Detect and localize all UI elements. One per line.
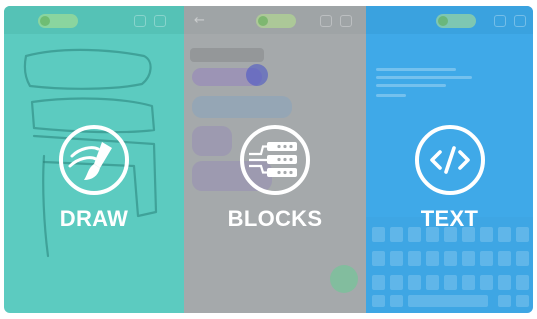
code-block <box>192 96 292 118</box>
code-blocks-icon <box>240 125 310 195</box>
back-arrow-icon: ← <box>194 13 205 28</box>
blocks-label: BLOCKS <box>227 206 323 231</box>
undo-icon <box>494 15 506 27</box>
run-pill <box>256 14 296 28</box>
text-emblem <box>414 124 486 196</box>
draw-label: DRAW <box>59 206 129 231</box>
text-status-bar <box>366 6 533 34</box>
blocks-mode-panel[interactable]: ← BLOCKS <box>184 6 366 313</box>
menu-icon <box>514 15 526 27</box>
color-dot <box>246 64 268 86</box>
text-label: TEXT <box>420 206 479 231</box>
blocks-status-bar: ← <box>184 6 366 34</box>
code-brackets-icon <box>414 125 485 195</box>
code-line <box>376 84 446 87</box>
code-line <box>376 94 406 97</box>
menu-icon <box>340 15 352 27</box>
mode-selection-banner: DRAW ← BLOCKS TEXT <box>0 0 537 319</box>
code-line <box>376 76 472 79</box>
block-tooltip <box>190 48 264 62</box>
blocks-emblem <box>239 124 311 196</box>
text-mode-panel[interactable]: TEXT <box>366 6 533 313</box>
code-block <box>192 126 232 156</box>
run-pill <box>436 14 476 28</box>
add-block-button[interactable] <box>330 265 358 293</box>
undo-icon <box>320 15 332 27</box>
draw-emblem <box>58 124 130 196</box>
paintbrush-icon <box>59 125 129 195</box>
draw-mode-panel[interactable]: DRAW <box>4 6 184 313</box>
code-line <box>376 68 456 71</box>
